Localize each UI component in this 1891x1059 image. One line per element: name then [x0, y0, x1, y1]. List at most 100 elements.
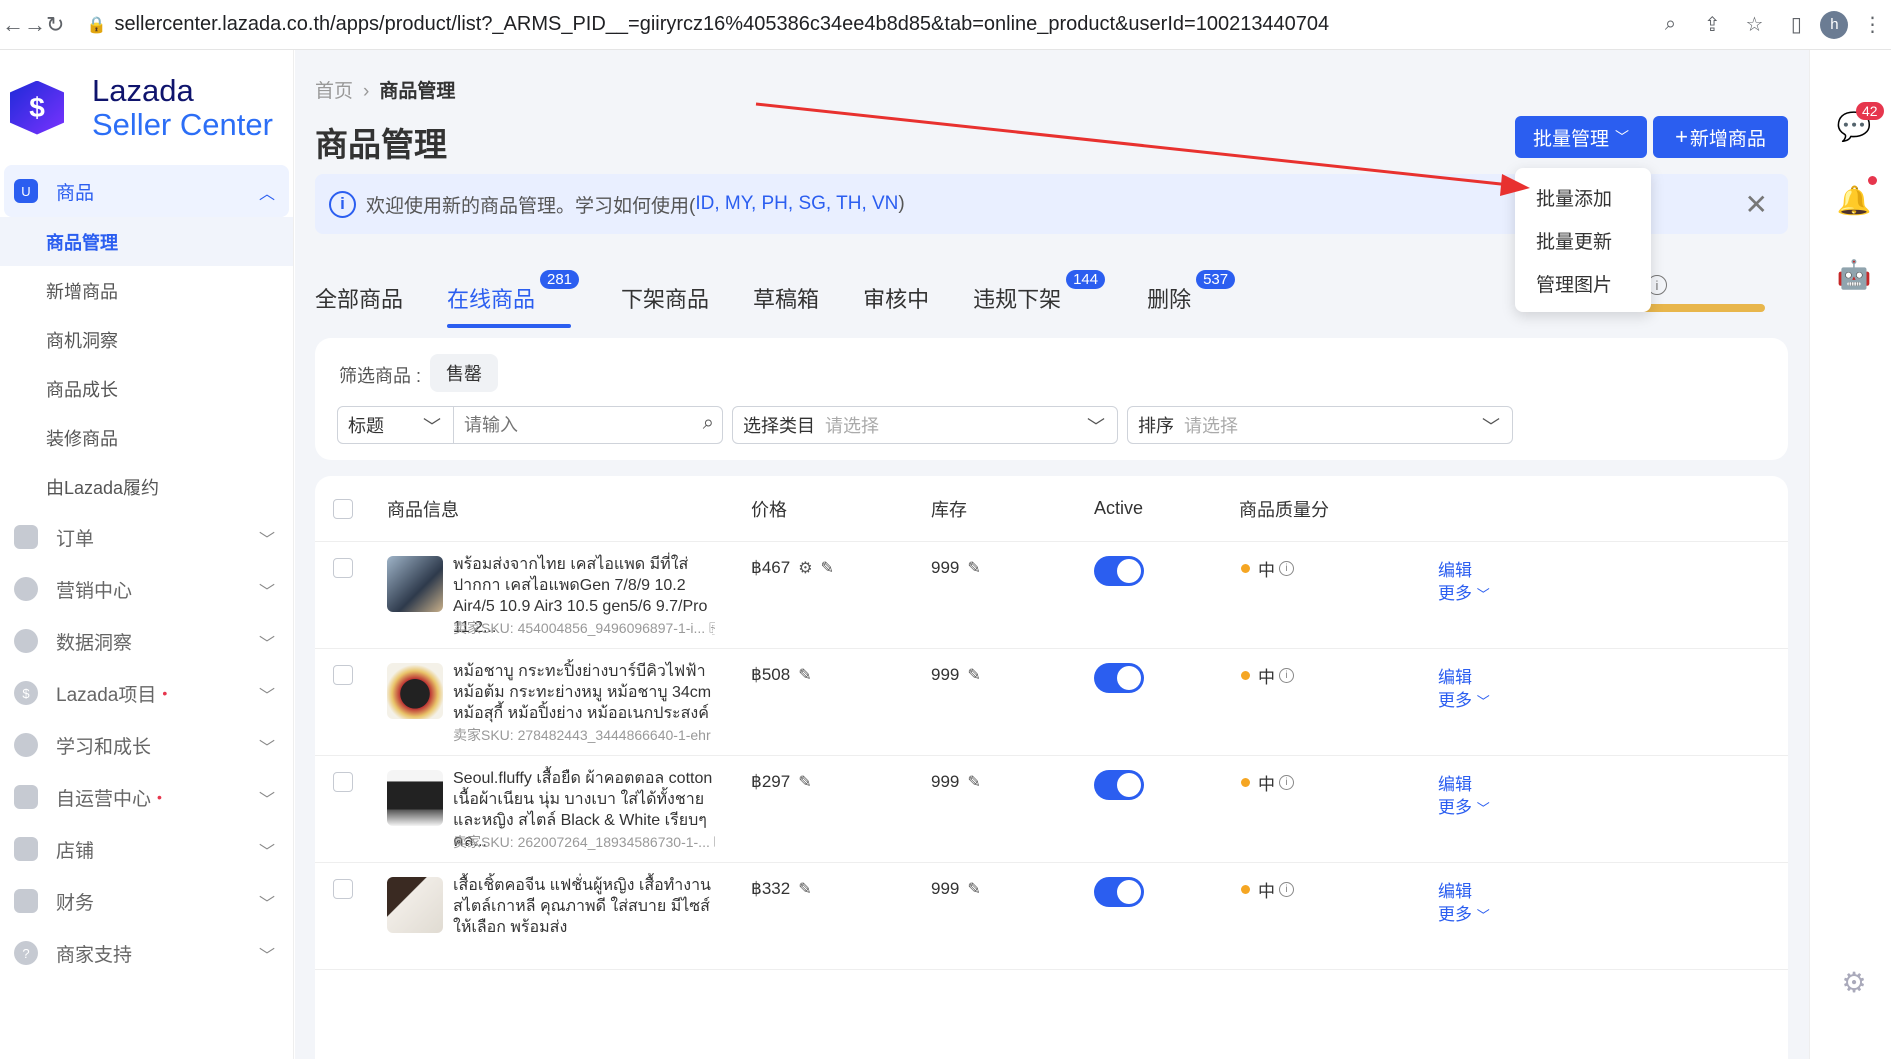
- tab-deleted[interactable]: 删除 537: [1147, 270, 1236, 328]
- search-icon[interactable]: ⌕: [703, 412, 714, 435]
- sidebar-item-label: 自运营中心: [56, 788, 152, 810]
- profile-avatar[interactable]: h: [1820, 10, 1849, 39]
- notice-links[interactable]: ID, MY, PH, SG, TH, VN: [695, 193, 898, 215]
- sidebar-item-finance[interactable]: 财务 ﹀: [4, 875, 289, 927]
- edit-link[interactable]: 编辑: [1438, 770, 1472, 795]
- back-icon[interactable]: ←: [2, 0, 24, 50]
- active-toggle[interactable]: [1094, 556, 1144, 586]
- tab-delisted-products[interactable]: 下架商品: [621, 270, 709, 328]
- dropdown-item-manage-images[interactable]: 管理图片: [1515, 262, 1651, 305]
- edit-pencil-icon[interactable]: ✎: [967, 667, 980, 684]
- edit-link[interactable]: 编辑: [1438, 663, 1472, 688]
- sidebar-section-products[interactable]: U 商品 ︿: [4, 165, 289, 217]
- sidebar-item-opportunity-insights[interactable]: 商机洞察: [0, 315, 293, 364]
- info-icon[interactable]: i: [1279, 775, 1294, 790]
- info-icon[interactable]: i: [1279, 882, 1294, 897]
- sidebar-item-marketing[interactable]: 营销中心 ﹀: [4, 563, 289, 615]
- row-checkbox[interactable]: [333, 772, 353, 792]
- breadcrumb-home[interactable]: 首页: [315, 81, 353, 102]
- sidebar-item-orders[interactable]: 订单 ﹀: [4, 511, 289, 563]
- zoom-icon[interactable]: ⌕: [1652, 7, 1688, 43]
- tab-all-products[interactable]: 全部商品: [315, 270, 403, 328]
- tab-drafts[interactable]: 草稿箱: [753, 270, 819, 328]
- copy-icon[interactable]: ⎘: [709, 620, 715, 636]
- reload-icon[interactable]: ↻: [46, 0, 64, 50]
- tab-under-review[interactable]: 审核中: [863, 270, 929, 328]
- title-field-select[interactable]: 标题 ﹀: [338, 407, 454, 443]
- add-product-button[interactable]: + 新增商品: [1653, 116, 1788, 158]
- copy-icon[interactable]: ⎘: [714, 834, 715, 850]
- assistant-robot-icon[interactable]: 🤖: [1836, 256, 1872, 292]
- edit-link[interactable]: 编辑: [1438, 556, 1472, 581]
- category-select[interactable]: 选择类目 请选择 ﹀: [732, 406, 1118, 444]
- batch-manage-button[interactable]: 批量管理 ﹀: [1515, 116, 1647, 158]
- quality-dot: [1241, 564, 1250, 573]
- product-name[interactable]: เสื้อเชิ้ตคอจีน แฟชั่นผู้หญิง เสื้อทำงาน…: [453, 875, 715, 938]
- forward-icon[interactable]: →: [24, 0, 46, 50]
- tab-violation-delisted[interactable]: 违规下架 144: [973, 270, 1106, 328]
- sort-label: 排序: [1138, 416, 1174, 436]
- more-menu[interactable]: 更多 ﹀: [1438, 579, 1490, 604]
- sidebar-item-product-management[interactable]: 商品管理: [0, 217, 293, 266]
- more-menu[interactable]: 更多 ﹀: [1438, 793, 1490, 818]
- product-thumbnail[interactable]: [387, 556, 443, 612]
- sidebar-item-seller-support[interactable]: ? 商家支持 ﹀: [4, 927, 289, 979]
- bookmark-star-icon[interactable]: ☆: [1736, 7, 1772, 43]
- sidebar-item-store[interactable]: 店铺 ﹀: [4, 823, 289, 875]
- close-icon[interactable]: ✕: [1745, 188, 1768, 221]
- dropdown-item-batch-add[interactable]: 批量添加: [1515, 176, 1651, 219]
- sort-select[interactable]: 排序 请选择 ﹀: [1127, 406, 1513, 444]
- info-icon[interactable]: i: [1279, 668, 1294, 683]
- sidebar-item-lazada-programs[interactable]: $ Lazada项目 • ﹀: [4, 667, 289, 719]
- address-bar[interactable]: 🔒 sellercenter.lazada.co.th/apps/product…: [72, 6, 1652, 44]
- filter-label: 筛选商品 :: [339, 366, 422, 386]
- row-checkbox[interactable]: [333, 879, 353, 899]
- sidebar-item-add-product[interactable]: 新增商品: [0, 266, 293, 315]
- sidebar-item-fulfilled-by-lazada[interactable]: 由Lazada履约: [0, 462, 293, 511]
- select-all-checkbox[interactable]: [333, 499, 353, 519]
- edit-pencil-icon[interactable]: ✎: [798, 881, 811, 898]
- dropdown-item-batch-update[interactable]: 批量更新: [1515, 219, 1651, 262]
- gear-icon[interactable]: ⚙: [798, 560, 812, 577]
- more-menu[interactable]: 更多 ﹀: [1438, 900, 1490, 925]
- product-tabs: 全部商品 在线商品 281 下架商品 草稿箱 审核中 违规下架 144 删除 537: [315, 270, 1236, 330]
- active-toggle[interactable]: [1094, 877, 1144, 907]
- row-checkbox[interactable]: [333, 665, 353, 685]
- share-icon[interactable]: ⇪: [1694, 7, 1730, 43]
- filter-chip-sold-out[interactable]: 售罄: [430, 354, 498, 392]
- active-toggle[interactable]: [1094, 770, 1144, 800]
- active-toggle[interactable]: [1094, 663, 1144, 693]
- price-cell: ฿332 ✎: [751, 879, 812, 899]
- browser-menu-icon[interactable]: ⋮: [1854, 7, 1890, 43]
- stock-cell: 999 ✎: [931, 879, 981, 899]
- sidebar-item-product-growth[interactable]: 商品成长: [0, 364, 293, 413]
- edit-pencil-icon[interactable]: ✎: [821, 560, 834, 577]
- search-input[interactable]: [464, 414, 684, 436]
- sidebar-item-learning[interactable]: 学习和成长 ﹀: [4, 719, 289, 771]
- bell-icon[interactable]: 🔔: [1836, 182, 1872, 218]
- notice-text: 欢迎使用新的商品管理。学习如何使用(: [366, 195, 696, 217]
- product-thumbnail[interactable]: [387, 877, 443, 933]
- product-name[interactable]: หม้อชาบู กระทะปิ้งย่างบาร์บีคิวไฟฟ้า หม้…: [453, 661, 715, 724]
- tab-online-products[interactable]: 在线商品 281: [447, 270, 580, 328]
- brand-logo[interactable]: $ Lazada Seller Center: [0, 50, 293, 165]
- edit-pencil-icon[interactable]: ✎: [798, 774, 811, 791]
- info-icon[interactable]: i: [1279, 561, 1294, 576]
- row-checkbox[interactable]: [333, 558, 353, 578]
- settings-gear-icon[interactable]: ⚙: [1836, 964, 1872, 1000]
- product-thumbnail[interactable]: [387, 663, 443, 719]
- product-thumbnail[interactable]: [387, 770, 443, 826]
- sidebar-item-self-operation[interactable]: 自运营中心 • ﹀: [4, 771, 289, 823]
- edit-link[interactable]: 编辑: [1438, 877, 1472, 902]
- product-sku: 卖家SKU: 454004856_9496096897-1-i... ⎘: [453, 618, 715, 638]
- edit-pencil-icon[interactable]: ✎: [798, 667, 811, 684]
- more-menu[interactable]: 更多 ﹀: [1438, 686, 1490, 711]
- sidebar-item-decorate-products[interactable]: 装修商品: [0, 413, 293, 462]
- product-sku: 卖家SKU: 278482443_3444866640-1-ehr ⎘: [453, 725, 715, 745]
- edit-pencil-icon[interactable]: ✎: [967, 774, 980, 791]
- side-panel-icon[interactable]: ▯: [1778, 7, 1814, 43]
- sidebar-item-data-insights[interactable]: 数据洞察 ﹀: [4, 615, 289, 667]
- batch-manage-dropdown: 批量添加 批量更新 管理图片: [1515, 168, 1651, 312]
- edit-pencil-icon[interactable]: ✎: [967, 560, 980, 577]
- edit-pencil-icon[interactable]: ✎: [967, 881, 980, 898]
